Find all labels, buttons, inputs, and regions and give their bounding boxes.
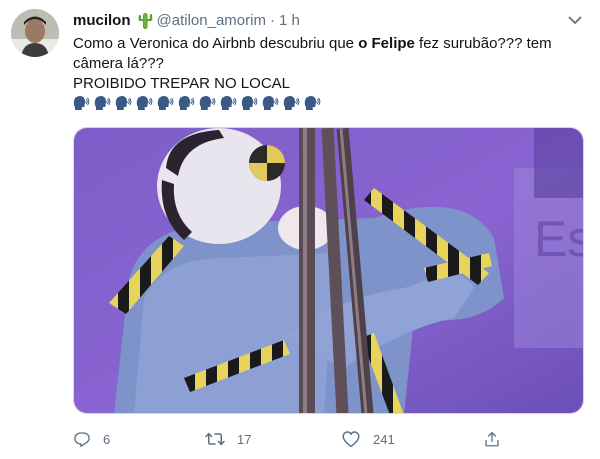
share-button[interactable] bbox=[483, 426, 501, 452]
speaking-head-emoji-icon bbox=[178, 95, 195, 111]
more-options-chevron-icon[interactable] bbox=[566, 11, 584, 29]
retweet-button[interactable]: 17 bbox=[205, 426, 251, 452]
like-button[interactable]: 241 bbox=[341, 426, 395, 452]
tweet-text-bold: o Felipe bbox=[358, 35, 415, 52]
retweet-icon bbox=[205, 430, 225, 448]
speaking-head-emoji-icon bbox=[283, 95, 300, 111]
speaking-head-emoji-icon bbox=[115, 95, 132, 111]
share-icon bbox=[483, 430, 501, 448]
speaking-head-emoji-icon bbox=[136, 95, 153, 111]
speaking-head-emoji-icon bbox=[157, 95, 174, 111]
emoji-row bbox=[73, 95, 321, 111]
reply-icon bbox=[73, 430, 91, 448]
like-count: 241 bbox=[373, 431, 395, 447]
speaking-head-emoji-icon bbox=[94, 95, 111, 111]
speaking-head-emoji-icon bbox=[73, 95, 90, 111]
avatar[interactable] bbox=[11, 9, 59, 57]
retweet-count: 17 bbox=[237, 431, 252, 447]
tweet: mucilon @atilon_amorim · 1 h Como a Vero… bbox=[0, 0, 600, 459]
tweet-media-image[interactable]: Es bbox=[73, 127, 584, 414]
tweet-text-part-1: Como a Veronica do Airbnb descubriu que bbox=[73, 35, 359, 52]
user-handle[interactable]: @atilon_amorim bbox=[157, 12, 266, 29]
display-name[interactable]: mucilon bbox=[73, 12, 131, 29]
cactus-icon bbox=[137, 11, 153, 29]
speaking-head-emoji-icon bbox=[241, 95, 258, 111]
tweet-header: mucilon @atilon_amorim · 1 h bbox=[73, 9, 300, 31]
speaking-head-emoji-icon bbox=[220, 95, 237, 111]
speaking-head-emoji-icon bbox=[304, 95, 321, 111]
separator-dot: · bbox=[269, 11, 275, 29]
reply-button[interactable]: 6 bbox=[73, 426, 110, 452]
timestamp[interactable]: 1 h bbox=[279, 12, 300, 29]
heart-icon bbox=[341, 430, 361, 448]
reply-count: 6 bbox=[103, 431, 111, 447]
speaking-head-emoji-icon bbox=[262, 95, 279, 111]
background-sign-text: Es bbox=[534, 211, 584, 267]
speaking-head-emoji-icon bbox=[199, 95, 216, 111]
tweet-text-line-2: PROIBIDO TREPAR NO LOCAL bbox=[73, 75, 290, 92]
tweet-text: Como a Veronica do Airbnb descubriu que … bbox=[73, 34, 578, 94]
tweet-text-line-1: Como a Veronica do Airbnb descubriu que … bbox=[73, 34, 578, 74]
tweet-actions: 6 17 241 bbox=[73, 426, 513, 452]
